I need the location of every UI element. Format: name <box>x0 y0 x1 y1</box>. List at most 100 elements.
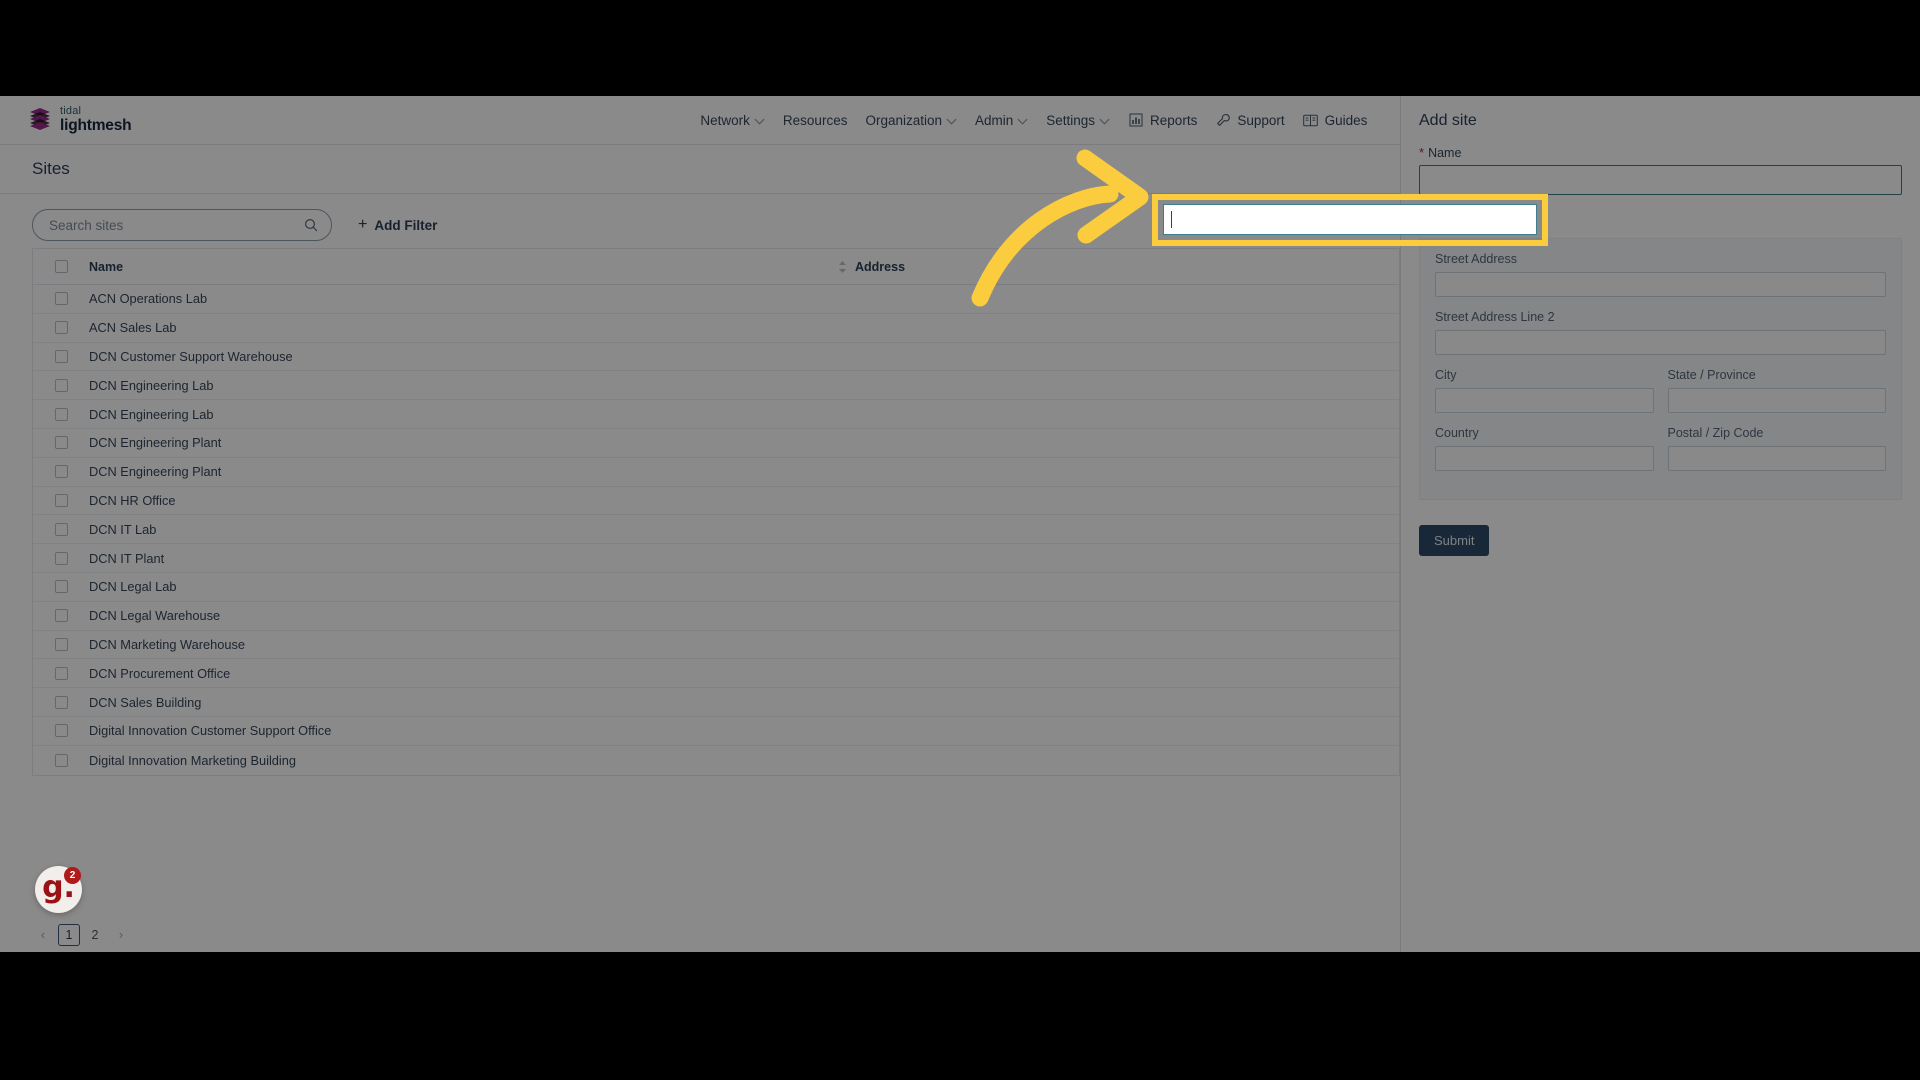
row-site-name: DCN Customer Support Warehouse <box>89 348 293 364</box>
row-checkbox[interactable] <box>54 292 68 306</box>
nav-label-organization: Organization <box>865 112 942 128</box>
nav-item-organization[interactable]: Organization <box>856 96 966 145</box>
row-checkbox[interactable] <box>54 695 68 709</box>
street-address-line-2-input[interactable] <box>1435 330 1886 355</box>
state-province-input[interactable] <box>1667 388 1886 413</box>
row-site-name: DCN Legal Lab <box>89 579 177 595</box>
field-street-address-line-2: Street Address Line 2 <box>1435 310 1886 355</box>
add-filter-label: Add Filter <box>374 217 438 233</box>
row-checkbox[interactable] <box>54 321 68 335</box>
sites-table: Name Address ACN Operations Lab ACN Sales… <box>32 248 1400 776</box>
column-header-address[interactable]: Address <box>855 260 905 274</box>
table-row[interactable]: DCN Engineering Lab <box>33 400 1399 429</box>
row-checkbox[interactable] <box>54 522 68 536</box>
table-row[interactable]: DCN IT Lab <box>33 515 1399 545</box>
row-checkbox-cell <box>33 321 89 335</box>
row-checkbox-cell <box>33 666 89 680</box>
pagination-page-1[interactable]: 1 <box>58 924 80 946</box>
row-checkbox[interactable] <box>54 753 68 767</box>
row-site-name: DCN Marketing Warehouse <box>89 636 245 652</box>
nav-item-guides[interactable]: Guides <box>1294 96 1377 145</box>
row-checkbox-cell <box>33 695 89 709</box>
row-checkbox-cell <box>33 522 89 536</box>
row-checkbox[interactable] <box>54 666 68 680</box>
sort-toggle-icon[interactable] <box>829 260 855 274</box>
table-row[interactable]: DCN Engineering Plant <box>33 458 1399 487</box>
table-row[interactable]: DCN HR Office <box>33 487 1399 516</box>
pagination: ‹ 1 2 › <box>32 924 132 946</box>
row-checkbox-cell <box>33 580 89 594</box>
site-name-input[interactable] <box>1419 165 1902 195</box>
row-checkbox[interactable] <box>54 493 68 507</box>
pagination-next[interactable]: › <box>110 924 132 946</box>
wrench-icon <box>1215 112 1231 128</box>
nav-item-reports[interactable]: Reports <box>1119 96 1206 145</box>
street-address-input[interactable] <box>1435 272 1886 297</box>
row-site-name: ACN Sales Lab <box>89 320 177 336</box>
row-site-name: DCN Legal Warehouse <box>89 608 221 624</box>
row-checkbox[interactable] <box>54 637 68 651</box>
pagination-prev[interactable]: ‹ <box>32 924 54 946</box>
chevron-down-icon <box>1019 116 1028 125</box>
table-row[interactable]: Digital Innovation Marketing Building <box>33 746 1399 775</box>
row-checkbox[interactable] <box>54 580 68 594</box>
row-checkbox[interactable] <box>54 407 68 421</box>
field-postal-zip: Postal / Zip Code <box>1667 426 1886 471</box>
row-checkbox[interactable] <box>54 724 68 738</box>
nav-label-reports: Reports <box>1150 112 1198 128</box>
nav-label-network: Network <box>700 112 750 128</box>
field-street-address: Street Address <box>1435 252 1886 297</box>
table-header-row: Name Address <box>33 249 1399 285</box>
column-header-name[interactable]: Name <box>89 260 829 274</box>
select-all-checkbox[interactable] <box>54 260 68 273</box>
table-row[interactable]: DCN Customer Support Warehouse <box>33 343 1399 372</box>
table-row[interactable]: DCN Legal Warehouse <box>33 602 1399 631</box>
add-filter-button[interactable]: + Add Filter <box>358 217 437 233</box>
row-checkbox[interactable] <box>54 436 68 450</box>
nav-item-network[interactable]: Network <box>691 96 774 145</box>
nav-label-settings: Settings <box>1046 112 1096 128</box>
guide-badge-count: 2 <box>64 867 81 884</box>
row-checkbox[interactable] <box>54 378 68 392</box>
row-site-name: DCN Engineering Lab <box>89 377 214 393</box>
nav-item-resources[interactable]: Resources <box>774 96 857 145</box>
name-label-text: Name <box>1428 146 1462 160</box>
row-checkbox-cell <box>33 609 89 623</box>
nav-item-settings[interactable]: Settings <box>1037 96 1119 145</box>
search-input[interactable] <box>49 217 304 233</box>
row-checkbox-cell <box>33 551 89 565</box>
row-checkbox[interactable] <box>54 551 68 565</box>
nav-item-support[interactable]: Support <box>1206 96 1293 145</box>
site-name-input-focused[interactable] <box>1163 204 1537 235</box>
table-row[interactable]: DCN Engineering Lab <box>33 371 1399 401</box>
row-checkbox[interactable] <box>54 465 68 479</box>
country-postal-row: Country Postal / Zip Code <box>1435 426 1886 484</box>
table-row[interactable]: Digital Innovation Customer Support Offi… <box>33 717 1399 746</box>
table-row[interactable]: ACN Operations Lab <box>33 285 1399 314</box>
brand-logo[interactable]: tidal lightmesh <box>27 106 132 133</box>
table-row[interactable]: DCN Procurement Office <box>33 659 1399 689</box>
row-checkbox[interactable] <box>54 609 68 623</box>
street-address-label: Street Address <box>1435 252 1517 266</box>
nav-item-admin[interactable]: Admin <box>966 96 1037 145</box>
nav-label-guides: Guides <box>1324 112 1368 128</box>
postal-zip-input[interactable] <box>1667 446 1886 471</box>
submit-button[interactable]: Submit <box>1419 525 1490 556</box>
city-input[interactable] <box>1435 388 1654 413</box>
table-row[interactable]: DCN IT Plant <box>33 544 1399 573</box>
pagination-page-2[interactable]: 2 <box>84 924 106 946</box>
country-input[interactable] <box>1435 446 1654 471</box>
row-checkbox-cell <box>33 349 89 363</box>
table-row[interactable]: DCN Marketing Warehouse <box>33 631 1399 660</box>
table-row[interactable]: DCN Legal Lab <box>33 573 1399 602</box>
row-site-name: DCN Sales Building <box>89 694 202 710</box>
guide-launcher-widget[interactable]: g. 2 <box>35 866 82 913</box>
table-row[interactable]: ACN Sales Lab <box>33 314 1399 343</box>
row-checkbox-cell <box>33 465 89 479</box>
row-checkbox-cell <box>33 753 89 767</box>
row-checkbox[interactable] <box>54 349 68 363</box>
search-sites-box[interactable] <box>32 209 332 241</box>
table-row[interactable]: DCN Sales Building <box>33 688 1399 717</box>
panel-header: Add site <box>1401 96 1920 145</box>
table-row[interactable]: DCN Engineering Plant <box>33 429 1399 458</box>
